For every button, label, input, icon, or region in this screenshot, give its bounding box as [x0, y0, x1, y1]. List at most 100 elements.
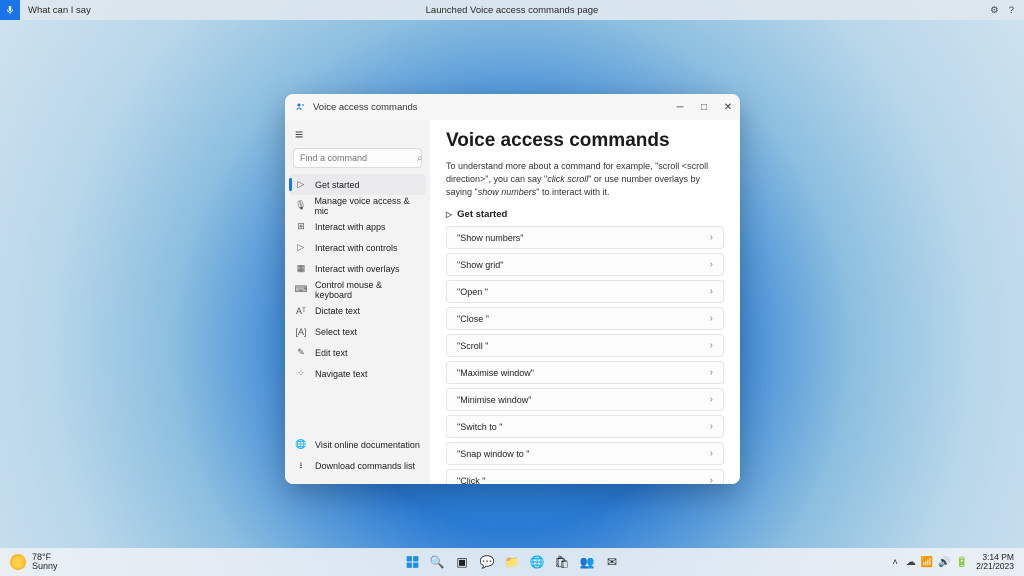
maximize-button[interactable]: □	[692, 94, 716, 120]
command-label: "Show numbers"	[457, 233, 523, 243]
voice-access-bar: What can I say Launched Voice access com…	[0, 0, 1024, 20]
chevron-right-icon: ›	[710, 448, 713, 459]
settings-icon[interactable]: ⚙	[990, 5, 999, 16]
chevron-right-icon: ›	[710, 394, 713, 405]
command-row[interactable]: "Minimise window" ›	[446, 388, 724, 411]
visit-docs[interactable]: 🌐Visit online documentation	[285, 434, 430, 455]
start-button[interactable]	[402, 552, 423, 573]
onedrive-icon[interactable]: ☁	[906, 557, 916, 568]
command-label: "Snap window to "	[457, 449, 529, 459]
nav-interact-overlays[interactable]: ▦ Interact with overlays	[285, 258, 430, 279]
command-row[interactable]: "Open "›	[446, 280, 724, 303]
chevron-up-icon[interactable]: ˄	[893, 557, 898, 567]
nav-get-started-icon: ▷	[295, 179, 307, 190]
taskbar-center: 🔍 ▣ 💬 📁 🌐 🛍 👥 ✉	[402, 552, 623, 573]
command-row[interactable]: "Snap window to " ›	[446, 442, 724, 465]
nav-get-started[interactable]: ▷ Get started	[289, 174, 426, 195]
command-label: "Scroll "	[457, 341, 488, 351]
nav-navigate-text[interactable]: ⁘ Navigate text	[285, 363, 430, 384]
download-list-icon: ⭳	[295, 458, 307, 474]
store-icon[interactable]: 🛍	[552, 552, 573, 573]
nav-label: Edit text	[315, 348, 348, 358]
voice-commands-window: Voice access commands ─ □ ✕ ≡ ⌕ ▷ Get sta…	[285, 94, 740, 484]
hamburger-button[interactable]: ≡	[285, 122, 430, 144]
nav-navigate-text-icon: ⁘	[295, 368, 307, 379]
volume-icon[interactable]: 🔊	[938, 557, 950, 568]
battery-icon[interactable]: 🔋	[956, 557, 968, 568]
chevron-right-icon: ›	[710, 367, 713, 378]
system-tray[interactable]: ☁ 📶 🔊 🔋	[906, 557, 968, 568]
nav-label: Interact with overlays	[315, 264, 400, 274]
nav-mouse-keyboard[interactable]: ⌨ Control mouse & keyboard	[285, 279, 430, 300]
nav-label: Control mouse & keyboard	[315, 280, 420, 300]
command-label: "Open "	[457, 287, 488, 297]
command-row[interactable]: "Show numbers" ›	[446, 226, 724, 249]
nav-label: Interact with controls	[315, 243, 398, 253]
search-input[interactable]	[300, 153, 417, 163]
command-row[interactable]: "Show grid"›	[446, 253, 724, 276]
search-icon: ⌕	[417, 153, 423, 164]
search-box[interactable]: ⌕	[293, 148, 422, 168]
nav-label: Manage voice access & mic	[314, 196, 420, 216]
command-row[interactable]: "Switch to " ›	[446, 415, 724, 438]
command-label: "Switch to "	[457, 422, 502, 432]
explorer-icon[interactable]: 📁	[502, 552, 523, 573]
people-icon[interactable]: 👥	[577, 552, 598, 573]
chat-icon[interactable]: 💬	[477, 552, 498, 573]
nav-mouse-keyboard-icon: ⌨	[295, 284, 307, 295]
voice-status-text: Launched Voice access commands page	[426, 5, 599, 16]
command-row[interactable]: "Maximise window" ›	[446, 361, 724, 384]
titlebar[interactable]: Voice access commands ─ □ ✕	[285, 94, 740, 120]
task-view-button[interactable]: ▣	[452, 552, 473, 573]
nav-interact-controls-icon: ▷	[295, 242, 307, 253]
nav-label: Navigate text	[315, 369, 368, 379]
command-row[interactable]: "Close "›	[446, 307, 724, 330]
sidebar: ≡ ⌕ ▷ Get started 🎙 Manage voice access & m…	[285, 120, 430, 484]
minimize-button[interactable]: ─	[668, 94, 692, 120]
nav-edit-text[interactable]: ✎Edit text	[285, 342, 430, 363]
chevron-right-icon: ›	[710, 232, 713, 243]
command-row[interactable]: "Scroll " ›	[446, 334, 724, 357]
chevron-right-icon: ›	[710, 340, 713, 351]
page-title: Voice access commands	[446, 130, 724, 152]
weather-widget[interactable]: 78°F Sunny	[10, 553, 58, 572]
nav-dictate-text[interactable]: Aᵀ Dictate text	[285, 300, 430, 321]
command-row[interactable]: "Click "›	[446, 469, 724, 484]
nav-label: Download commands list	[315, 461, 415, 471]
mic-button[interactable]	[0, 0, 20, 20]
command-label: "Close "	[457, 314, 489, 324]
content-pane[interactable]: Voice access commands To understand more…	[430, 120, 740, 484]
nav-dictate-text-icon: Aᵀ	[295, 306, 307, 316]
edge-icon[interactable]: 🌐	[527, 552, 548, 573]
section-heading: ▷ Get started	[446, 209, 724, 220]
command-label: "Minimise window"	[457, 395, 531, 405]
visit-docs-icon: 🌐	[295, 439, 307, 450]
intro-text: To understand more about a command for e…	[446, 160, 724, 199]
nav-interact-apps-icon: ⊞	[295, 221, 307, 232]
nav-manage-voice-icon: 🎙	[295, 200, 306, 211]
nav-interact-apps[interactable]: ⊞Interact with apps	[285, 216, 430, 237]
triangle-icon: ▷	[446, 210, 452, 219]
nav-label: Select text	[315, 327, 357, 337]
download-list[interactable]: ⭳ Download commands list	[285, 455, 430, 476]
nav-select-text[interactable]: [A] Select text	[285, 321, 430, 342]
close-button[interactable]: ✕	[716, 94, 740, 120]
search-button[interactable]: 🔍	[427, 552, 448, 573]
mail-icon[interactable]: ✉	[602, 552, 623, 573]
voice-prompt-text: What can I say	[28, 5, 91, 16]
taskbar: 78°F Sunny 🔍 ▣ 💬 📁 🌐 🛍 👥 ✉ ˄ ☁ 📶 🔊 🔋 3:1…	[0, 548, 1024, 576]
wifi-icon[interactable]: 📶	[921, 557, 933, 568]
clock-date: 2/21/2023	[976, 562, 1014, 571]
sun-icon	[10, 554, 26, 570]
help-icon[interactable]: ?	[1009, 5, 1014, 16]
nav-select-text-icon: [A]	[295, 327, 307, 337]
nav-interact-controls[interactable]: ▷ Interact with controls	[285, 237, 430, 258]
command-label: "Click "	[457, 476, 485, 484]
command-label: "Maximise window"	[457, 368, 534, 378]
nav-label: Dictate text	[315, 306, 360, 316]
nav-manage-voice[interactable]: 🎙 Manage voice access & mic	[285, 195, 430, 216]
clock[interactable]: 3:14 PM 2/21/2023	[976, 553, 1014, 572]
chevron-right-icon: ›	[710, 421, 713, 432]
nav-label: Get started	[315, 180, 360, 190]
nav-interact-overlays-icon: ▦	[295, 263, 307, 274]
